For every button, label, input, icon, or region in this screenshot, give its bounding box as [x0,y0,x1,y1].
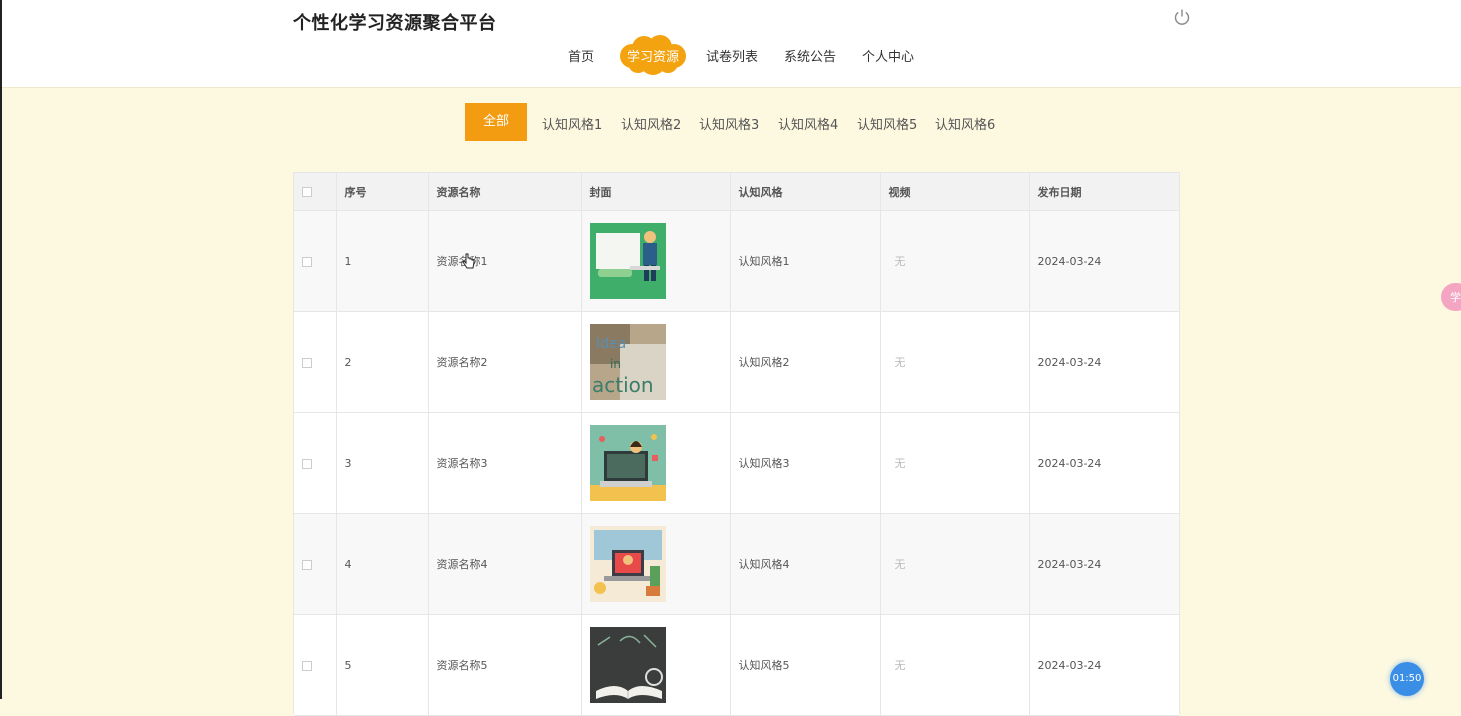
column-header-date: 发布日期 [1029,173,1179,211]
row-publish-date: 2024-03-24 [1029,614,1179,716]
category-filters: 全部 认知风格1 认知风格2 认知风格3 认知风格4 认知风格5 认知风格6 [0,103,1461,141]
row-index: 1 [336,210,429,312]
row-resource-name[interactable]: 资源名称1 [428,210,582,312]
row-video: 无 [880,311,1030,413]
row-index: 4 [336,513,429,615]
row-publish-date: 2024-03-24 [1029,210,1179,312]
column-header-style: 认知风格 [730,173,881,211]
table-header-row: 序号 资源名称 封面 认知风格 视频 发布日期 [294,173,1179,211]
svg-text:in: in [610,357,621,371]
row-checkbox[interactable] [302,458,312,469]
row-publish-date: 2024-03-24 [1029,311,1179,413]
cover-image[interactable] [589,223,666,299]
row-checkbox[interactable] [302,256,312,267]
row-video: 无 [880,513,1030,615]
nav-home[interactable]: 首页 [568,46,594,65]
resource-table: 序号 资源名称 封面 认知风格 视频 发布日期 1 资源名称1 认知风格1 无 … [293,172,1180,716]
nav-learning-resources[interactable]: 学习资源 [618,34,688,76]
row-cognitive-style: 认知风格3 [730,412,881,514]
table-row[interactable]: 3 资源名称3 认知风格3 无 2024-03-24 [294,412,1179,514]
cover-image[interactable]: Idea in action [589,324,666,400]
row-publish-date: 2024-03-24 [1029,412,1179,514]
row-video: 无 [880,614,1030,716]
filter-style-3[interactable]: 认知风格3 [699,114,759,133]
nav-exam-list[interactable]: 试卷列表 [706,46,758,65]
svg-text:Idea: Idea [596,336,626,352]
row-index: 2 [336,311,429,413]
row-resource-name[interactable]: 资源名称5 [428,614,582,716]
row-checkbox[interactable] [302,660,312,671]
row-resource-name[interactable]: 资源名称2 [428,311,582,413]
filter-style-4[interactable]: 认知风格4 [778,114,838,133]
cover-image[interactable] [589,526,666,602]
row-video: 无 [880,210,1030,312]
floating-side-tab[interactable]: 学 [1441,283,1461,311]
cover-image[interactable] [589,627,666,703]
table-row[interactable]: 4 资源名称4 认知风格4 无 2024-03-24 [294,513,1179,615]
row-video: 无 [880,412,1030,514]
filter-all[interactable]: 全部 [465,103,527,141]
filter-style-1[interactable]: 认知风格1 [542,114,602,133]
nav-profile[interactable]: 个人中心 [862,46,914,65]
column-header-index: 序号 [336,173,429,211]
row-checkbox[interactable] [302,357,312,368]
filter-style-5[interactable]: 认知风格5 [857,114,917,133]
column-header-cover: 封面 [581,173,731,211]
top-header: 个性化学习资源聚合平台 首页 学习资源 试卷列表 系统公告 个人中心 [0,0,1461,88]
main-nav: 首页 学习资源 试卷列表 系统公告 个人中心 [0,34,1461,76]
filter-style-2[interactable]: 认知风格2 [621,114,681,133]
cover-image[interactable] [589,425,666,501]
table-row[interactable]: 2 资源名称2 Idea in action 认知风格2 无 2024-03-2… [294,311,1179,413]
table-row[interactable]: 5 资源名称5 认知风格5 无 2024-03-24 [294,614,1179,716]
filter-style-6[interactable]: 认知风格6 [935,114,995,133]
column-header-name: 资源名称 [428,173,582,211]
row-index: 3 [336,412,429,514]
power-icon[interactable] [1173,8,1191,26]
row-cognitive-style: 认知风格5 [730,614,881,716]
row-cognitive-style: 认知风格4 [730,513,881,615]
row-cognitive-style: 认知风格2 [730,311,881,413]
row-cognitive-style: 认知风格1 [730,210,881,312]
row-index: 5 [336,614,429,716]
select-all-checkbox[interactable] [302,187,312,197]
row-resource-name[interactable]: 资源名称4 [428,513,582,615]
hand-cursor-icon [462,253,475,269]
row-publish-date: 2024-03-24 [1029,513,1179,615]
table-row[interactable]: 1 资源名称1 认知风格1 无 2024-03-24 [294,210,1179,312]
svg-text:action: action [592,373,654,397]
row-resource-name[interactable]: 资源名称3 [428,412,582,514]
column-header-video: 视频 [880,173,1030,211]
nav-learning-resources-label: 学习资源 [626,50,679,65]
timer-badge[interactable]: 01:50 [1390,662,1424,696]
site-title: 个性化学习资源聚合平台 [293,13,497,34]
nav-announcements[interactable]: 系统公告 [784,46,836,65]
row-checkbox[interactable] [302,559,312,570]
floating-side-tab-label: 学 [1450,291,1461,304]
